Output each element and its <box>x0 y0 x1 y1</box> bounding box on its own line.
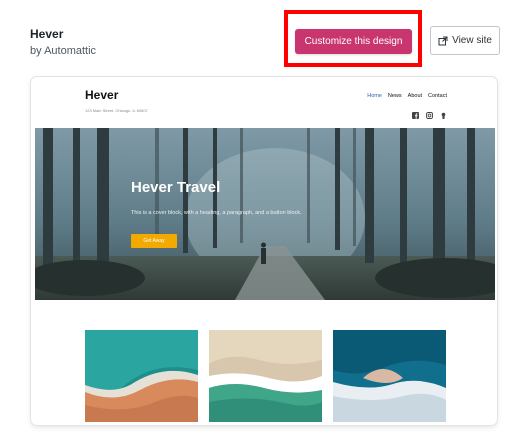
view-site-label: View site <box>452 35 492 46</box>
theme-header: Hever by Automattic Customize this desig… <box>0 0 510 80</box>
nav-item-about: About <box>407 93 423 99</box>
cover-block: Hever Travel This is a cover block, with… <box>35 128 495 300</box>
nav-item-news: News <box>387 93 402 99</box>
cover-text: This is a cover block, with a heading, a… <box>131 210 302 216</box>
image-gallery <box>85 330 447 422</box>
site-address: 123 Main Street, Chicago, IL 60607 <box>85 108 148 113</box>
instagram-icon <box>426 106 433 119</box>
theme-name: Hever <box>30 27 64 41</box>
site-title: Hever <box>85 88 119 102</box>
theme-author: by Automattic <box>30 45 97 57</box>
theme-preview[interactable]: Hever 123 Main Street, Chicago, IL 60607… <box>31 77 497 425</box>
site-navigation: Home News About Contact <box>367 93 447 99</box>
gallery-image-beach-1 <box>85 330 198 422</box>
github-icon <box>440 106 447 119</box>
nav-item-contact: Contact <box>428 93 447 99</box>
social-links <box>412 106 447 119</box>
cover-title: Hever Travel <box>131 179 221 196</box>
cover-button: Get Away <box>131 234 177 248</box>
nav-item-home: Home <box>367 93 382 99</box>
gallery-image-beach-2 <box>209 330 322 422</box>
highlight-annotation <box>284 10 422 67</box>
external-link-icon <box>438 36 448 46</box>
gallery-image-beach-3 <box>333 330 446 422</box>
facebook-icon <box>412 106 419 119</box>
view-site-button[interactable]: View site <box>430 26 500 55</box>
